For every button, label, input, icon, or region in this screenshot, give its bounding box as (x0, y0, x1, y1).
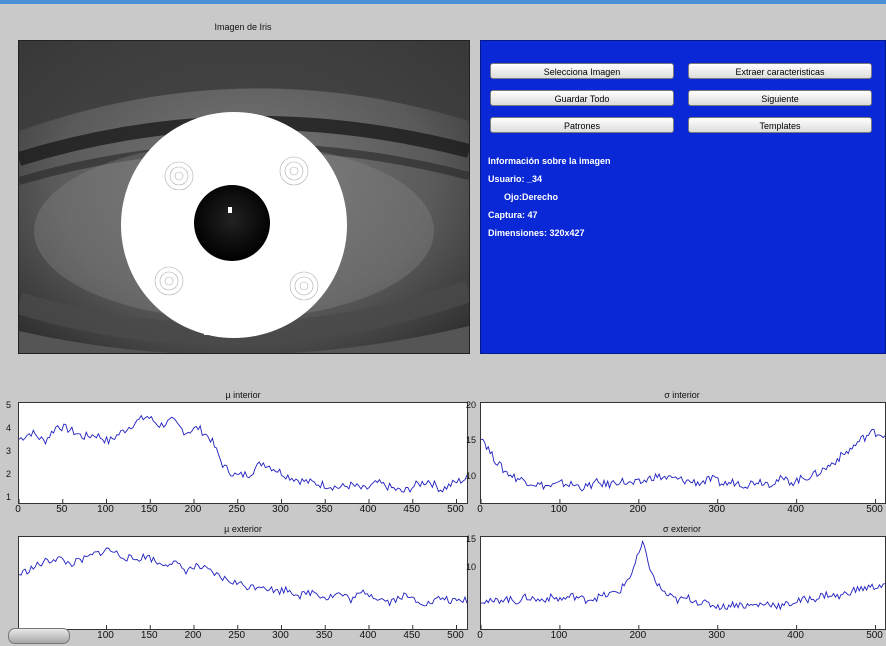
save-all-button[interactable]: Guardar Todo (490, 90, 674, 106)
plot-mu-interior-svg (19, 414, 467, 503)
plot-sigma-interior (480, 402, 886, 504)
x-tick-label: 0 (15, 504, 21, 515)
x-tick-label: 100 (97, 504, 114, 515)
x-tick-label: 400 (787, 630, 804, 641)
plot-sigma-exterior-title: σ exterior (662, 524, 702, 534)
info-capture: Captura: 47 (488, 210, 538, 220)
x-tick-label: 400 (787, 504, 804, 515)
horizontal-scrollbar-thumb[interactable] (8, 628, 70, 644)
x-tick-label: 350 (315, 630, 333, 641)
x-tick-label: 100 (550, 630, 568, 641)
x-tick-label: 500 (866, 504, 883, 515)
y-tick-label: 2 (6, 469, 12, 479)
y-tick-label: 5 (6, 400, 12, 410)
iris-image (18, 40, 470, 354)
plot-sigma-exterior (480, 536, 886, 630)
plot-mu-exterior-title: µ exterior (224, 524, 262, 534)
x-tick-label: 250 (228, 504, 246, 515)
x-tick-label: 350 (315, 504, 333, 515)
info-panel: Selecciona Imagen Extraer caracteristica… (480, 40, 886, 354)
iris-image-canvas (19, 41, 469, 353)
x-tick-label: 200 (184, 630, 202, 641)
y-tick-label: 1 (6, 492, 12, 502)
select-image-button[interactable]: Selecciona Imagen (490, 63, 674, 79)
x-tick-label: 200 (184, 504, 202, 515)
series-line (19, 414, 467, 493)
y-tick-label: 15 (466, 534, 477, 544)
pupil (194, 185, 270, 261)
series-line (19, 547, 467, 607)
info-heading: Información sobre la imagen (488, 156, 611, 166)
plot-mu-exterior (18, 536, 468, 630)
x-tick-label: 50 (56, 504, 68, 515)
x-tick-label: 150 (140, 630, 158, 641)
y-tick-label: 10 (466, 470, 477, 481)
y-tick-label: 4 (6, 423, 12, 433)
info-dimensions: Dimensiones: 320x427 (488, 228, 585, 238)
x-tick-label: 300 (708, 630, 726, 641)
x-tick-label: 100 (550, 504, 568, 515)
plot-sigma-exterior-svg (481, 539, 885, 629)
x-tick-label: 150 (140, 504, 158, 515)
y-tick-label: 15 (466, 435, 477, 446)
y-tick-label: 10 (466, 562, 477, 572)
plot-mu-exterior-svg (19, 547, 467, 629)
x-tick-label: 450 (403, 630, 421, 641)
y-tick-label: 20 (466, 400, 477, 410)
plot-sigma-interior-title: σ interior (664, 390, 700, 400)
x-tick-label: 300 (272, 630, 289, 641)
extract-features-button[interactable]: Extraer caracteristicas (688, 63, 872, 79)
next-button[interactable]: Siguiente (688, 90, 872, 106)
patterns-button[interactable]: Patrones (490, 117, 674, 133)
x-tick-label: 500 (866, 630, 883, 641)
series-line (481, 539, 885, 611)
plot-mu-interior (18, 402, 468, 504)
x-tick-label: 400 (359, 504, 377, 515)
x-tick-label: 0 (477, 630, 483, 641)
x-tick-label: 100 (97, 630, 114, 641)
x-tick-label: 200 (629, 504, 647, 515)
plot-mu-interior-title: µ interior (225, 390, 261, 400)
x-tick-label: 400 (359, 630, 377, 641)
x-tick-label: 250 (228, 630, 246, 641)
x-tick-label: 300 (272, 504, 289, 515)
series-line (481, 428, 885, 492)
plot-sigma-interior-svg (481, 428, 885, 503)
y-tick-label: 3 (6, 446, 12, 456)
x-tick-label: 0 (477, 504, 483, 515)
info-eye: Ojo:Derecho (504, 192, 559, 202)
x-tick-label: 300 (708, 504, 726, 515)
window-title-bar (0, 0, 886, 4)
x-tick-label: 450 (403, 504, 421, 515)
eye-panel-title: Imagen de Iris (214, 22, 272, 32)
templates-button[interactable]: Templates (688, 117, 872, 133)
x-tick-label: 200 (629, 630, 647, 641)
info-user: Usuario: _34 (488, 174, 543, 184)
